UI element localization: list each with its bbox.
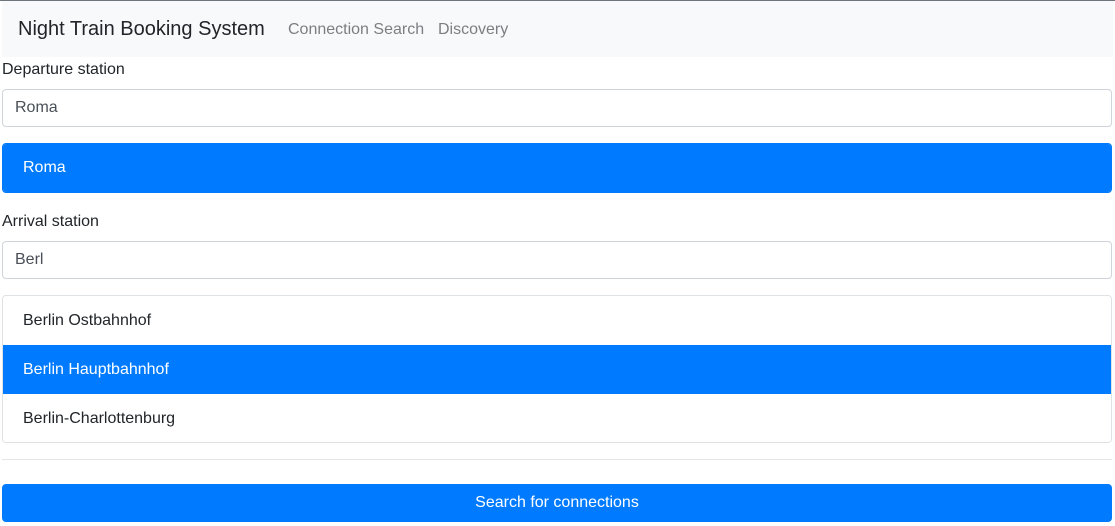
nav-link-connection-search[interactable]: Connection Search — [288, 20, 424, 40]
nav-link-discovery[interactable]: Discovery — [438, 20, 508, 40]
departure-station-input[interactable] — [2, 89, 1112, 127]
divider — [2, 459, 1112, 460]
brand-link[interactable]: Night Train Booking System — [18, 17, 265, 41]
arrival-suggestion-berlin-hauptbahnhof[interactable]: Berlin Hauptbahnhof — [3, 345, 1111, 394]
navbar: Night Train Booking System Connection Se… — [2, 1, 1113, 57]
departure-station-label: Departure station — [2, 61, 125, 78]
arrival-suggestion-berlin-charlottenburg[interactable]: Berlin-Charlottenburg — [3, 394, 1111, 442]
arrival-suggestion-list: Berlin Ostbahnhof Berlin Hauptbahnhof Be… — [2, 295, 1112, 443]
search-connections-button[interactable]: Search for connections — [2, 484, 1112, 522]
arrival-station-label: Arrival station — [2, 213, 99, 230]
arrival-suggestion-berlin-ostbahnhof[interactable]: Berlin Ostbahnhof — [3, 296, 1111, 345]
departure-suggestion-list: Roma — [2, 143, 1112, 193]
departure-suggestion-roma[interactable]: Roma — [3, 144, 1111, 192]
arrival-station-input[interactable] — [2, 241, 1112, 279]
